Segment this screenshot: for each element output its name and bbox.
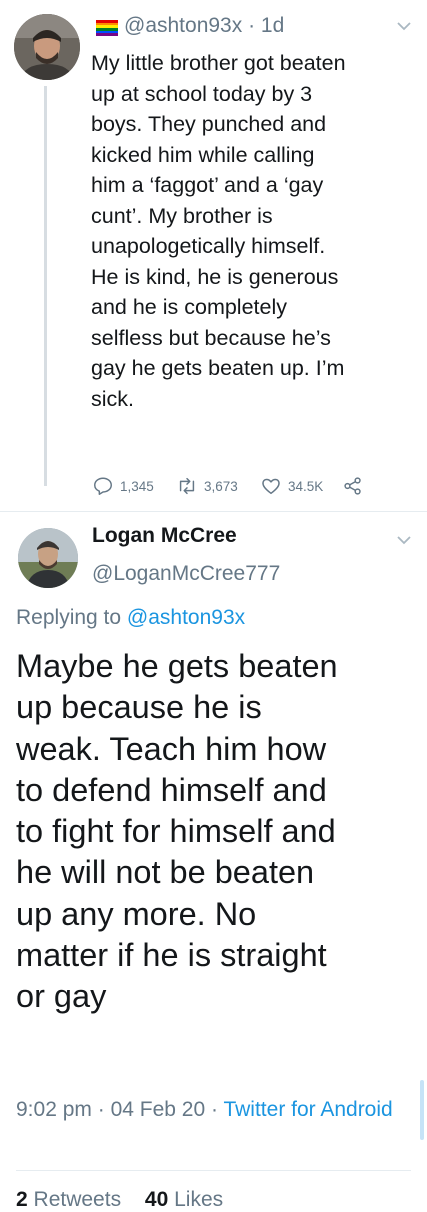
rainbow-flag-icon [96,20,118,36]
header-separator: · [248,14,256,37]
parent-tweet-text: My little brother got beaten up at schoo… [91,51,346,411]
parent-time[interactable]: 1d [261,14,284,37]
logan-avatar[interactable] [18,528,78,588]
reply-button[interactable]: 1,345 [92,472,154,500]
reply-date: 04 Feb 20 [110,1098,206,1121]
retweet-count: 3,673 [204,478,238,494]
thread-connector-line [44,86,47,486]
profile-photo-icon [18,528,78,588]
reply-count: 1,345 [120,478,154,494]
reply-author-handle[interactable]: @LoganMcCree777 [92,562,280,586]
parent-handle[interactable]: @ashton93x [124,14,242,37]
replying-label: Replying to [16,606,122,629]
heart-icon [262,478,280,495]
retweet-icon [179,477,195,495]
reply-tweet-text: Maybe he gets beaten up because he is we… [16,648,338,1015]
like-count: 34.5K [288,478,324,494]
reply-stats-row: 2 Retweets 40 Likes [16,1188,241,1212]
share-button[interactable] [342,472,370,500]
meta-dot: · [97,1098,105,1121]
stats-divider [16,1170,411,1171]
retweet-button[interactable]: 3,673 [176,472,238,500]
reply-author-name[interactable]: Logan McCree [92,524,237,548]
replying-to-mention[interactable]: @ashton93x [127,606,245,629]
tweet-divider [0,511,427,512]
reply-timestamp-line: 9:02 pm · 04 Feb 20 · Twitter for Androi… [16,1094,411,1126]
reply-source-link[interactable]: Twitter for Android [223,1098,392,1121]
like-button[interactable]: 34.5K [260,472,323,500]
parent-action-bar: 1,345 3,673 34.5K [92,472,412,500]
meta-dot: · [211,1098,218,1121]
scroll-indicator[interactable] [420,1080,424,1140]
chevron-down-icon[interactable] [396,534,412,546]
flag-stripe [96,33,118,36]
share-icon [344,477,361,495]
reply-icon [94,477,112,495]
reply-time: 9:02 pm [16,1098,92,1121]
chevron-down-icon[interactable] [396,20,412,32]
ashton-avatar[interactable] [14,14,80,80]
profile-photo-icon [14,14,80,80]
replying-to-line: Replying to @ashton93x [16,606,245,630]
parent-tweet-header: @ashton93x · 1d [124,14,284,38]
